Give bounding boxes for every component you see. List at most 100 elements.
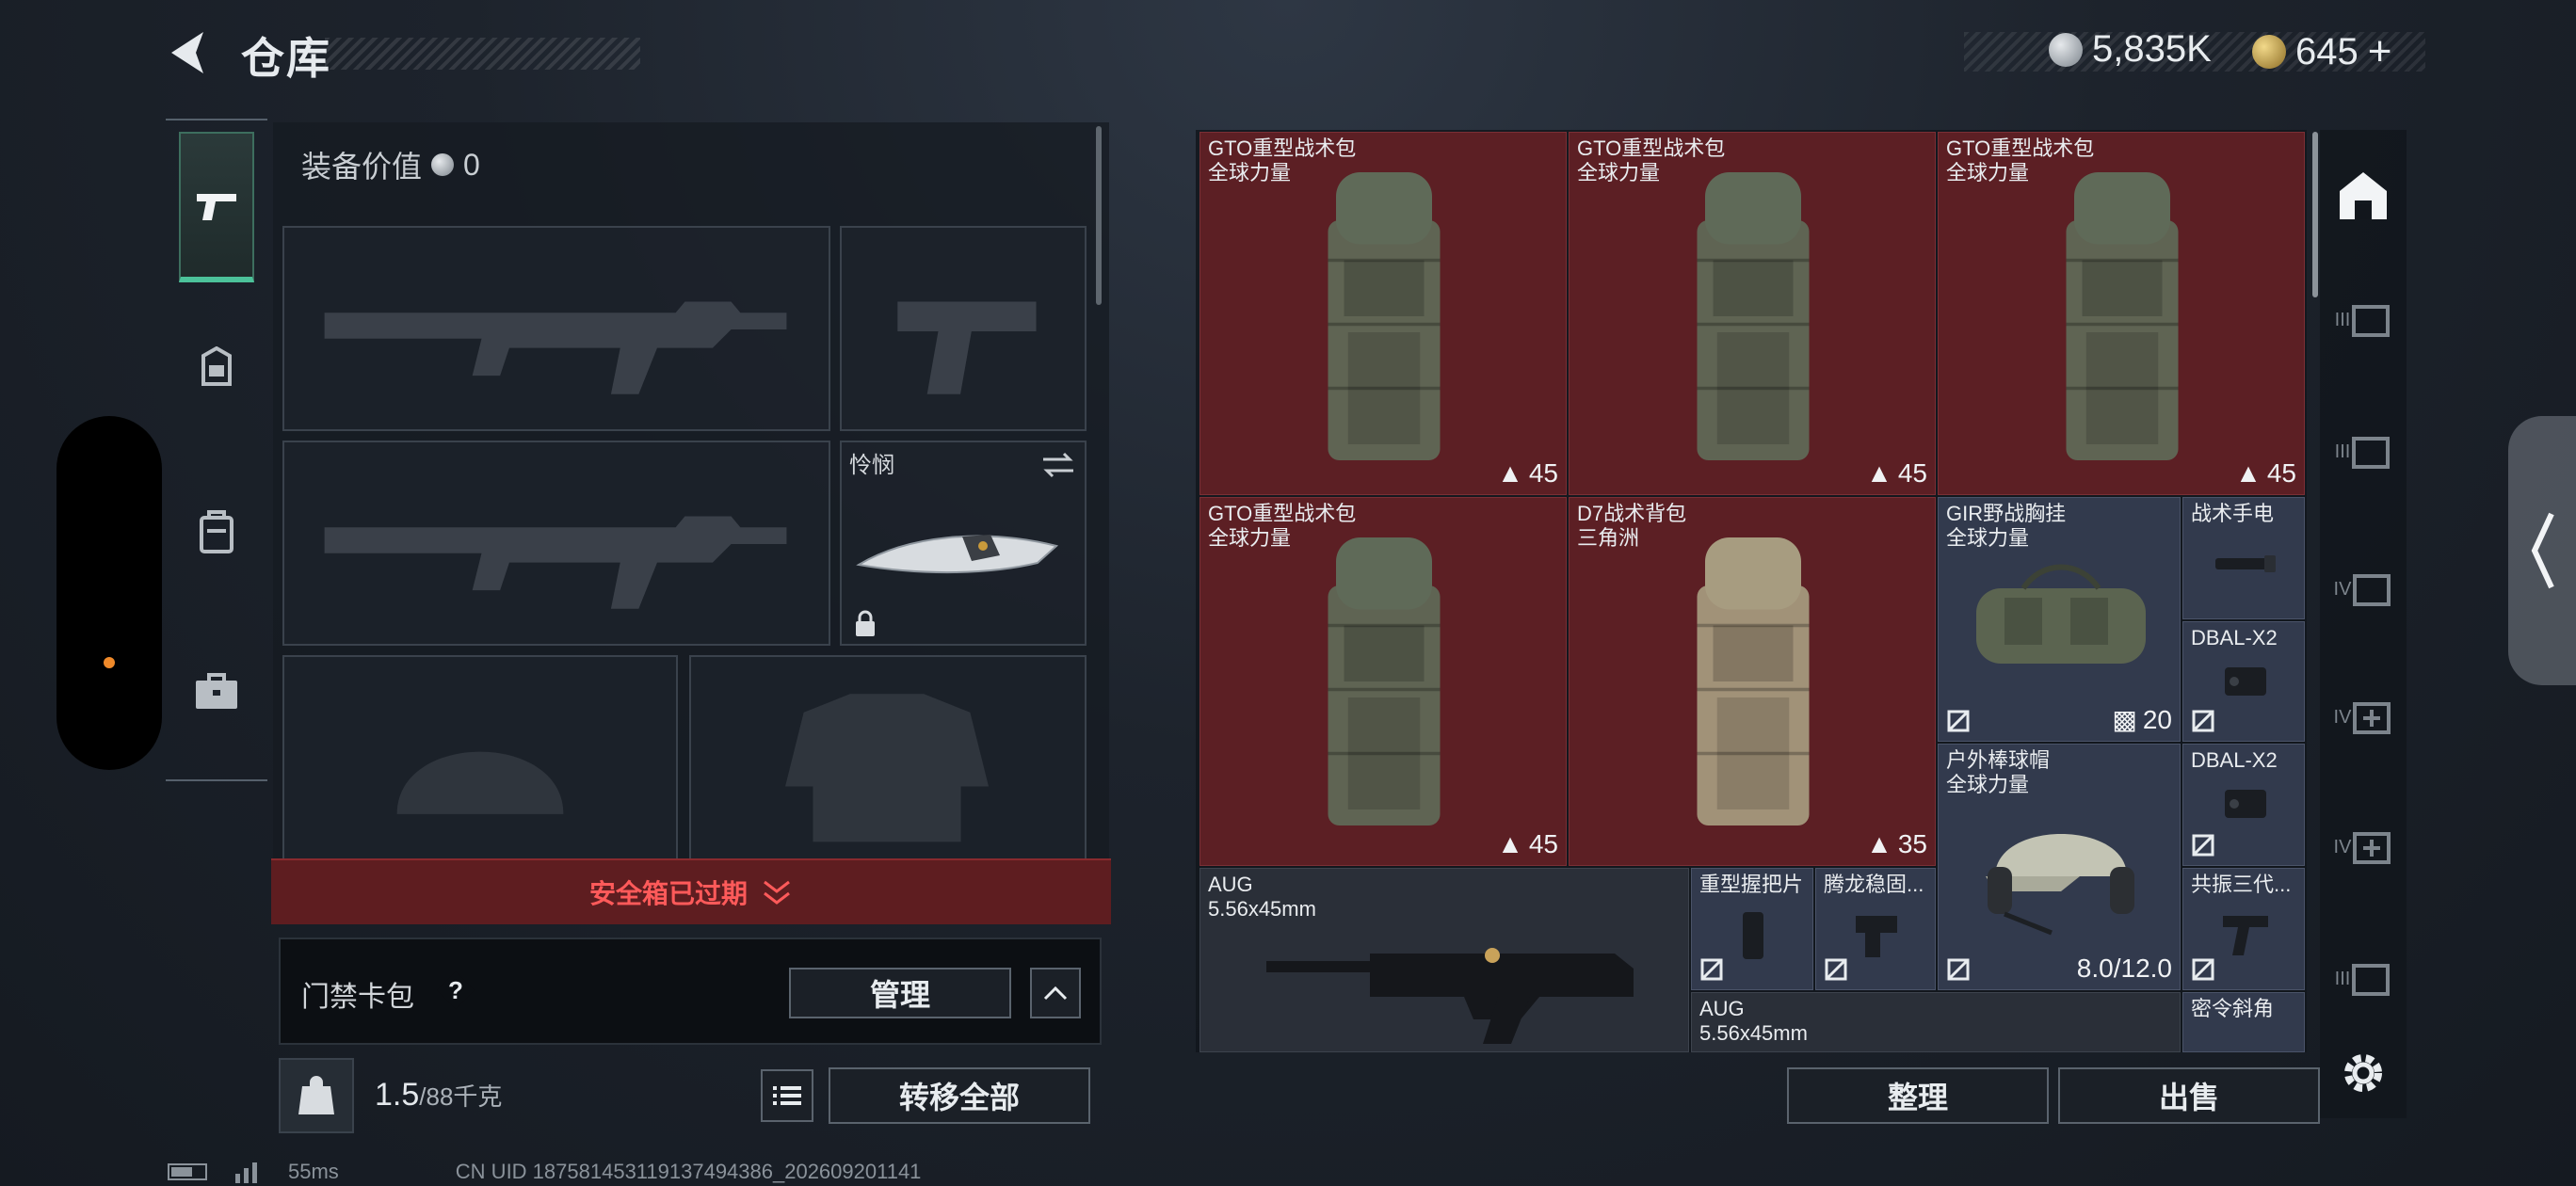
stash-item-gto-bag[interactable]: GTO重型战术包 全球力量 ▲ 45 (1569, 132, 1936, 495)
currency-primary[interactable]: 5,835K (2049, 28, 2212, 71)
sell-button[interactable]: 出售 (2058, 1067, 2320, 1124)
pistol-silhouette-icon (897, 301, 1037, 394)
rifle-silhouette-icon (324, 516, 787, 609)
weight-readout: 1.5/88千克 (375, 1077, 502, 1114)
stash-item-heavy-grip[interactable]: 重型握把片 (1691, 868, 1813, 990)
stash-item-password-angle[interactable]: 密令斜角 (2182, 992, 2305, 1052)
stash-item-aug[interactable]: AUG 5.56x45mm (1199, 868, 1689, 1052)
storage-tab-5[interactable]: IV (2326, 809, 2401, 885)
safe-box-expired-bar[interactable]: 安全箱已过期 (271, 858, 1111, 924)
warehouse-icon (2340, 172, 2387, 219)
medical-crate-icon (2353, 832, 2391, 864)
weight-current: 1.5 (375, 1077, 420, 1113)
storage-tab-3[interactable]: IV (2326, 552, 2401, 627)
stash-item-gir-rig[interactable]: GIR野战胸挂 全球力量 ▩ 20 (1938, 497, 2181, 742)
flashlight-image-icon (2215, 555, 2276, 572)
weight-indicator (279, 1058, 354, 1133)
storage-tab-1[interactable]: III (2326, 282, 2401, 358)
currency-add-button[interactable]: + (2368, 28, 2392, 75)
sort-button[interactable]: 整理 (1787, 1067, 2049, 1124)
camera-indicator (104, 657, 115, 668)
melee-slot[interactable]: 怜悯 (840, 441, 1087, 646)
item-capacity: ▲ 45 (1497, 829, 1558, 858)
stash-item-tenglong-grip[interactable]: 腾龙稳固... (1815, 868, 1936, 990)
transfer-all-button[interactable]: 转移全部 (829, 1067, 1090, 1124)
ping: 55ms (288, 1160, 339, 1183)
no-insure-icon (1947, 958, 1970, 981)
stash-item-aug[interactable]: AUG 5.56x45mm (1691, 992, 2181, 1052)
item-capacity: ▲ 35 (1866, 829, 1927, 858)
backpack-image-icon (1673, 142, 1833, 490)
item-name: 重型握把片 (1699, 873, 1804, 896)
tier-label: III (2334, 441, 2351, 462)
no-insure-icon (1825, 958, 1847, 981)
sidearm-slot[interactable] (840, 226, 1087, 431)
storage-tab-6[interactable]: III (2326, 941, 2401, 1017)
status-bar: 55ms CN UID 1875814531191374943​86_20260… (168, 1160, 921, 1184)
help-button[interactable]: ? (433, 968, 478, 1013)
currency-secondary[interactable]: 645 + (2252, 28, 2391, 75)
secondary-weapon-slot[interactable] (282, 441, 830, 646)
item-name: DBAL-X2 (2191, 626, 2278, 649)
storage-tab-4[interactable]: IV (2326, 680, 2401, 755)
crate-icon (2352, 437, 2391, 469)
helmet-slot[interactable] (282, 655, 678, 862)
back-button[interactable] (162, 26, 215, 79)
medical-crate-icon (2353, 702, 2391, 734)
storage-tab-2[interactable]: III (2326, 414, 2401, 489)
stash-item-dbal-x2[interactable]: DBAL-X2 (2182, 744, 2305, 866)
expired-notice: 安全箱已过期 (588, 879, 748, 908)
storage-tab-main[interactable] (2326, 158, 2401, 233)
currency-primary-value: 5,835K (2092, 28, 2212, 70)
chevron-double-down-icon (764, 880, 790, 905)
laser-sight-image-icon (2225, 667, 2266, 696)
knife-icon (856, 535, 1059, 574)
collapse-button[interactable] (1030, 968, 1081, 1018)
stash-item-resonance-grip[interactable]: 共振三代... (2182, 868, 2305, 990)
item-name: AUG 5.56x45mm (1699, 997, 1808, 1045)
item-name: 战术手电 (2191, 502, 2275, 525)
stock-image-icon (1856, 916, 1897, 957)
item-durability: 8.0/12.0 (2076, 954, 2172, 983)
backpack-image-icon (1304, 507, 1464, 856)
signal-icon (235, 1162, 257, 1183)
item-name: D7战术背包 三角洲 (1577, 502, 1687, 550)
side-drawer-handle[interactable] (2508, 416, 2576, 685)
no-insure-icon (1947, 710, 1970, 732)
melee-name: 怜悯 (849, 453, 894, 478)
tab-case[interactable] (179, 616, 254, 766)
stash-item-dbal-x2[interactable]: DBAL-X2 (2182, 621, 2305, 742)
backpack-image-icon (1304, 142, 1464, 490)
stash-item-gto-bag[interactable]: GTO重型战术包 全球力量 ▲ 45 (1199, 497, 1567, 866)
loadout-scrollbar[interactable] (1096, 126, 1102, 305)
swap-icon[interactable] (1039, 448, 1077, 482)
manage-button[interactable]: 管理 (789, 968, 1011, 1018)
settings-button[interactable] (2326, 1035, 2401, 1111)
lock-icon (856, 610, 875, 636)
stash-item-gto-bag[interactable]: GTO重型战术包 全球力量 ▲ 45 (1199, 132, 1567, 495)
stash-item-gto-bag[interactable]: GTO重型战术包 全球力量 ▲ 45 (1938, 132, 2305, 495)
page-title: 仓库 (241, 34, 331, 83)
crate-icon (2352, 305, 2391, 337)
armor-slot[interactable] (689, 655, 1087, 862)
item-name: 腾龙稳固... (1824, 873, 1924, 896)
stash-item-flashlight[interactable]: 战术手电 (2182, 497, 2305, 619)
camera-notch (56, 416, 162, 770)
tier-label: III (2334, 309, 2351, 330)
tab-weapons[interactable] (179, 132, 254, 282)
cap-headset-image-icon (1986, 834, 2134, 936)
back-arrow-icon (171, 32, 203, 73)
list-view-button[interactable] (761, 1069, 813, 1122)
list-icon (773, 1086, 801, 1105)
silver-coin-icon (431, 153, 455, 176)
stash-item-d7-bag[interactable]: D7战术背包 三角洲 ▲ 35 (1569, 497, 1936, 866)
keycard-label: 门禁卡包 (301, 982, 414, 1013)
capacity-icon: ▲ (1866, 458, 1892, 488)
tab-armor[interactable] (179, 294, 254, 444)
rifle-silhouette-icon (324, 301, 787, 394)
stash-item-baseball-cap[interactable]: 户外棒球帽 全球力量 8.0/12.0 (1938, 744, 2181, 990)
armor-silhouette-icon (785, 694, 990, 842)
tab-backpack[interactable] (179, 456, 254, 606)
primary-weapon-slot[interactable] (282, 226, 830, 431)
stash-scrollbar[interactable] (2312, 132, 2318, 297)
